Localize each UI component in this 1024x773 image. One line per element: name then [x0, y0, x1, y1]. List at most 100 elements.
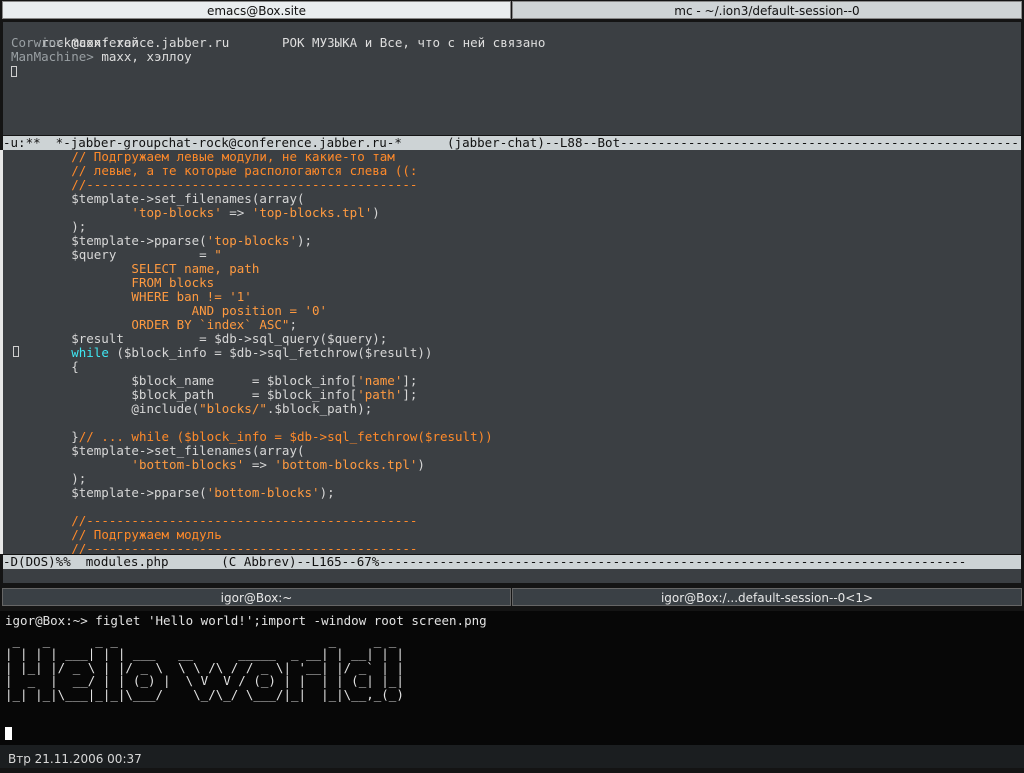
code-line: // Подгружаем левые модули, не какие-то … [3, 150, 1021, 164]
code-token: // Подгружаем модуль [71, 527, 222, 542]
terminal-cursor [5, 727, 12, 740]
code-token: // левые, а те которые распологаются сле… [71, 163, 418, 178]
chat-text: maxx, хэллоу [93, 49, 192, 64]
chat-message: ManMachine> maxx, хэллоу [3, 50, 1021, 64]
code-token: ) [372, 205, 380, 220]
tab-terminal-session[interactable]: igor@Box:/...default-session--0<1> [512, 588, 1022, 606]
chat-header: rock@conference.jabber.ru РОК МУЗЫКА и В… [3, 22, 1021, 50]
code-token: ; [289, 317, 297, 332]
code-line: while ($block_info = $db->sql_fetchrow($… [3, 346, 1021, 360]
terminal-line: | _ | __/ | | (_) | \ V V / (_) | | | | … [5, 673, 404, 689]
code-token: .$block_path); [266, 401, 373, 416]
code-token: 'name' [357, 373, 403, 388]
code-line: $block_name = $block_info['name']; [3, 374, 1021, 388]
code-modeline: -D(DOS)%% modules.php (C Abbrev)--L165--… [3, 555, 1021, 569]
minibuffer[interactable] [3, 569, 1021, 583]
code-line: }// ... while ($block_info = $db->sql_fe… [3, 430, 1021, 444]
status-clock: Втр 21.11.2006 00:37 [8, 752, 142, 766]
terminal-line: |_| |_|\___|_|_|\___/ \_/\_/ \___/|_| |_… [5, 686, 404, 702]
chat-topic: РОК МУЗЫКА и Все, что с ней связано [281, 35, 546, 50]
code-line: //--------------------------------------… [3, 541, 1021, 555]
code-line: ); [3, 220, 1021, 234]
code-token: // Подгружаем левые модули, не какие-то … [71, 150, 395, 164]
code-line: // Подгружаем модуль [3, 528, 1021, 542]
code-token: } [11, 429, 79, 444]
code-token: ); [296, 233, 313, 248]
code-token: => [244, 457, 275, 472]
code-line: $template->pparse('top-blocks'); [3, 234, 1021, 248]
code-line: { [3, 360, 1021, 374]
code-token: // ... while ($block_info = $db->sql_fet… [78, 429, 493, 444]
code-token: ($block_info = $db->sql_fetchrow($result… [108, 345, 433, 360]
code-line: $template->set_filenames(array( [3, 444, 1021, 458]
chat-window[interactable]: rock@conference.jabber.ru РОК МУЗЫКА и В… [3, 22, 1021, 135]
code-line: @include("blocks/".$block_path); [3, 402, 1021, 416]
code-body: // Подгружаем левые модули, не какие-то … [3, 150, 1021, 554]
code-token: 'top-blocks' [131, 205, 222, 220]
code-token: 'bottom-blocks.tpl' [274, 457, 418, 472]
code-token: ); [319, 485, 335, 500]
chat-input-cursor[interactable] [11, 66, 17, 77]
code-token: => [221, 205, 252, 220]
code-token: $result = $db->sql_query($query); [11, 331, 388, 346]
terminal-line: | |_| |/ _ \ | |/ _ \ \ \ /\ / / _ \| '_… [5, 659, 404, 675]
code-line: //--------------------------------------… [3, 178, 1021, 192]
code-token: $template->pparse( [11, 233, 207, 248]
bottom-tabbar: igor@Box:~ igor@Box:/...default-session-… [0, 587, 1024, 607]
code-line: // левые, а те которые распологаются сле… [3, 164, 1021, 178]
code-token: 'top-blocks' [206, 233, 297, 248]
tab-mc[interactable]: mc - ~/.ion3/default-session--0 [512, 1, 1022, 19]
code-token: ); [11, 471, 87, 486]
tab-terminal-home[interactable]: igor@Box:~ [2, 588, 511, 606]
code-line: $template->set_filenames(array( [3, 192, 1021, 206]
chat-nick: Corwin> [11, 35, 64, 50]
tab-emacs[interactable]: emacs@Box.site [2, 1, 511, 19]
code-token: @include( [11, 401, 200, 416]
chat-nick: ManMachine> [11, 49, 94, 64]
code-token: $block_name = $block_info[ [11, 373, 358, 388]
code-token: AND position = '0' [191, 303, 328, 318]
code-token: ORDER BY `index` ASC" [131, 317, 290, 332]
code-token: 'bottom-blocks' [131, 457, 245, 472]
code-token: 'top-blocks.tpl' [251, 205, 373, 220]
code-token: $template->set_filenames(array( [11, 443, 305, 458]
code-line: AND position = '0' [3, 304, 1021, 318]
code-token: 'bottom-blocks' [206, 485, 320, 500]
code-token: //--------------------------------------… [71, 177, 418, 192]
code-token: ]; [402, 387, 418, 402]
code-editor[interactable]: // Подгружаем левые модули, не какие-то … [3, 150, 1021, 554]
code-token: $template->pparse( [11, 485, 207, 500]
code-line: FROM blocks [3, 276, 1021, 290]
code-line: $query = " [3, 248, 1021, 262]
terminal-line: igor@Box:~> figlet 'Hello world!';import… [5, 613, 487, 628]
code-line: 'top-blocks' => 'top-blocks.tpl') [3, 206, 1021, 220]
code-line: ORDER BY `index` ASC"; [3, 318, 1021, 332]
code-token: WHERE ban != '1' [131, 289, 252, 304]
code-line: $result = $db->sql_query($query); [3, 332, 1021, 346]
code-token: $query = [11, 247, 215, 262]
code-fringe-cursor [13, 346, 19, 357]
terminal[interactable]: igor@Box:~> figlet 'Hello world!';import… [0, 611, 1024, 745]
code-line: //--------------------------------------… [3, 514, 1021, 528]
code-token: ]; [402, 373, 418, 388]
code-line: SELECT name, path [3, 262, 1021, 276]
code-line: WHERE ban != '1' [3, 290, 1021, 304]
terminal-line: _ _ _ _ _ _ _ [5, 632, 404, 648]
code-token: 'path' [357, 387, 403, 402]
code-token: ) [417, 457, 425, 472]
code-scrollbar[interactable] [0, 150, 3, 554]
code-token: "blocks/" [199, 401, 267, 416]
